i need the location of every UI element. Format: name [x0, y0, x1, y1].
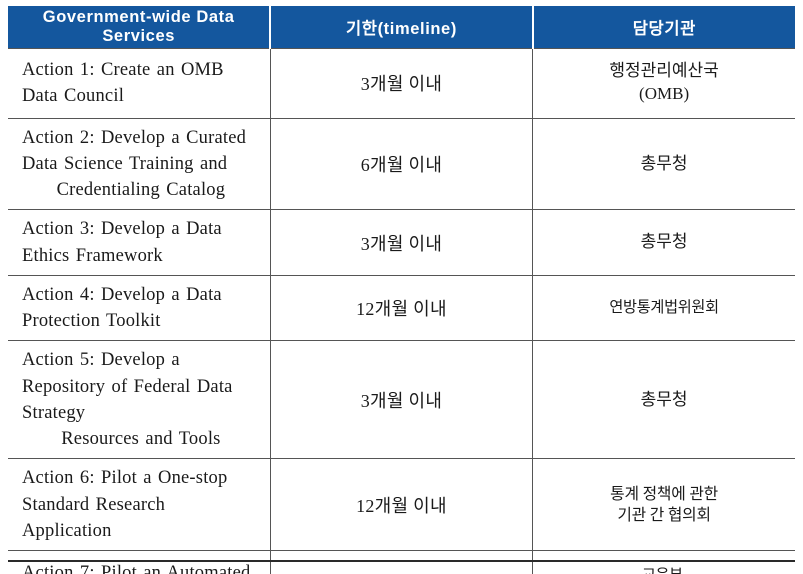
- action-text-line-1: Action 4: Develop a Data Protection Tool…: [22, 284, 222, 332]
- table-row: Action 4: Develop a Data Protection Tool…: [8, 274, 795, 342]
- table-header-row: Government-wide Data Services 기한(timelin…: [8, 6, 795, 48]
- agency-text-line-1: 행정관리예산국: [609, 61, 719, 81]
- agency-text-line-1: 총무청: [640, 153, 688, 173]
- table-page: Government-wide Data Services 기한(timelin…: [0, 0, 803, 574]
- cell-timeline: 6개월 이내: [270, 117, 534, 211]
- action-text-line-1: Action 7: Pilot an Automated Inventory T…: [22, 563, 251, 574]
- action-text-line-2: Resources and Tools: [61, 429, 221, 450]
- action-text-line-1: Action 1: Create an OMB Data Council: [22, 59, 224, 106]
- cell-agency: 총무청: [532, 117, 795, 211]
- table-row: Action 2: Develop a Curated Data Science…: [8, 117, 795, 211]
- agency-text-line-2: 기관 간 협의회: [617, 506, 711, 524]
- table-row: Action 5: Develop a Repository of Federa…: [8, 340, 795, 460]
- cell-agency: 행정관리예산국 (OMB): [532, 47, 795, 119]
- cell-action: Action 2: Develop a Curated Data Science…: [8, 117, 271, 211]
- action-text-line-2: Credentialing Catalog: [56, 180, 226, 201]
- cell-agency: 통계 정책에 관한 기관 간 협의회: [532, 458, 795, 552]
- agency-text-line-2: (OMB): [639, 84, 690, 103]
- agency-text-line-1: 연방통계법위원회: [609, 298, 719, 316]
- cell-action: Action 3: Develop a Data Ethics Framewor…: [8, 209, 271, 276]
- action-text-line-1: Action 3: Develop a Data Ethics Framewor…: [22, 219, 222, 266]
- action-text-line-1: Action 5: Develop a Repository of Federa…: [22, 350, 233, 423]
- cell-action: Action 5: Develop a Repository of Federa…: [8, 340, 271, 460]
- table-row: Action 1: Create an OMB Data Council 3개월…: [8, 47, 795, 119]
- cell-agency: 교육부, 국립교육통계센터: [532, 550, 795, 574]
- cell-timeline: 12개월 이내: [270, 550, 534, 574]
- cell-action: Action 6: Pilot a One-stop Standard Rese…: [8, 458, 271, 552]
- cell-agency: 총무청: [532, 209, 795, 276]
- data-services-table-container: Government-wide Data Services 기한(timelin…: [8, 6, 795, 574]
- cell-action: Action 4: Develop a Data Protection Tool…: [8, 274, 271, 342]
- cell-timeline: 12개월 이내: [270, 274, 534, 342]
- column-header-agency: 담당기관: [532, 6, 795, 48]
- agency-text-line-1: 통계 정책에 관한: [610, 485, 718, 503]
- cell-action: Action 1: Create an OMB Data Council: [8, 47, 271, 119]
- government-wide-data-services-table: Government-wide Data Services 기한(timelin…: [8, 6, 795, 574]
- table-row: Action 3: Develop a Data Ethics Framewor…: [8, 209, 795, 276]
- cell-timeline: 3개월 이내: [270, 47, 534, 119]
- cell-action: Action 7: Pilot an Automated Inventory T…: [8, 550, 271, 574]
- column-header-service: Government-wide Data Services: [8, 6, 272, 48]
- action-text-line-1: Action 6: Pilot a One-stop Standard Rese…: [22, 468, 228, 541]
- cell-timeline: 3개월 이내: [270, 340, 534, 460]
- table-row: Action 6: Pilot a One-stop Standard Rese…: [8, 458, 795, 552]
- action-text-line-1: Action 2: Develop a Curated Data Science…: [22, 127, 247, 174]
- cell-timeline: 3개월 이내: [270, 209, 534, 276]
- cell-timeline: 12개월 이내: [270, 458, 534, 552]
- table-body: Action 1: Create an OMB Data Council 3개월…: [8, 47, 795, 574]
- agency-text-line-1: 총무청: [640, 232, 688, 252]
- table-bottom-rule: [8, 560, 795, 562]
- table-row: Action 7: Pilot an Automated Inventory T…: [8, 550, 795, 574]
- agency-text-line-1: 총무청: [640, 389, 688, 409]
- agency-text-line-1: 교육부,: [535, 566, 793, 574]
- cell-agency: 연방통계법위원회: [532, 274, 795, 342]
- column-header-timeline: 기한(timeline): [270, 6, 534, 48]
- cell-agency: 총무청: [532, 340, 795, 460]
- table-header: Government-wide Data Services 기한(timelin…: [8, 6, 795, 48]
